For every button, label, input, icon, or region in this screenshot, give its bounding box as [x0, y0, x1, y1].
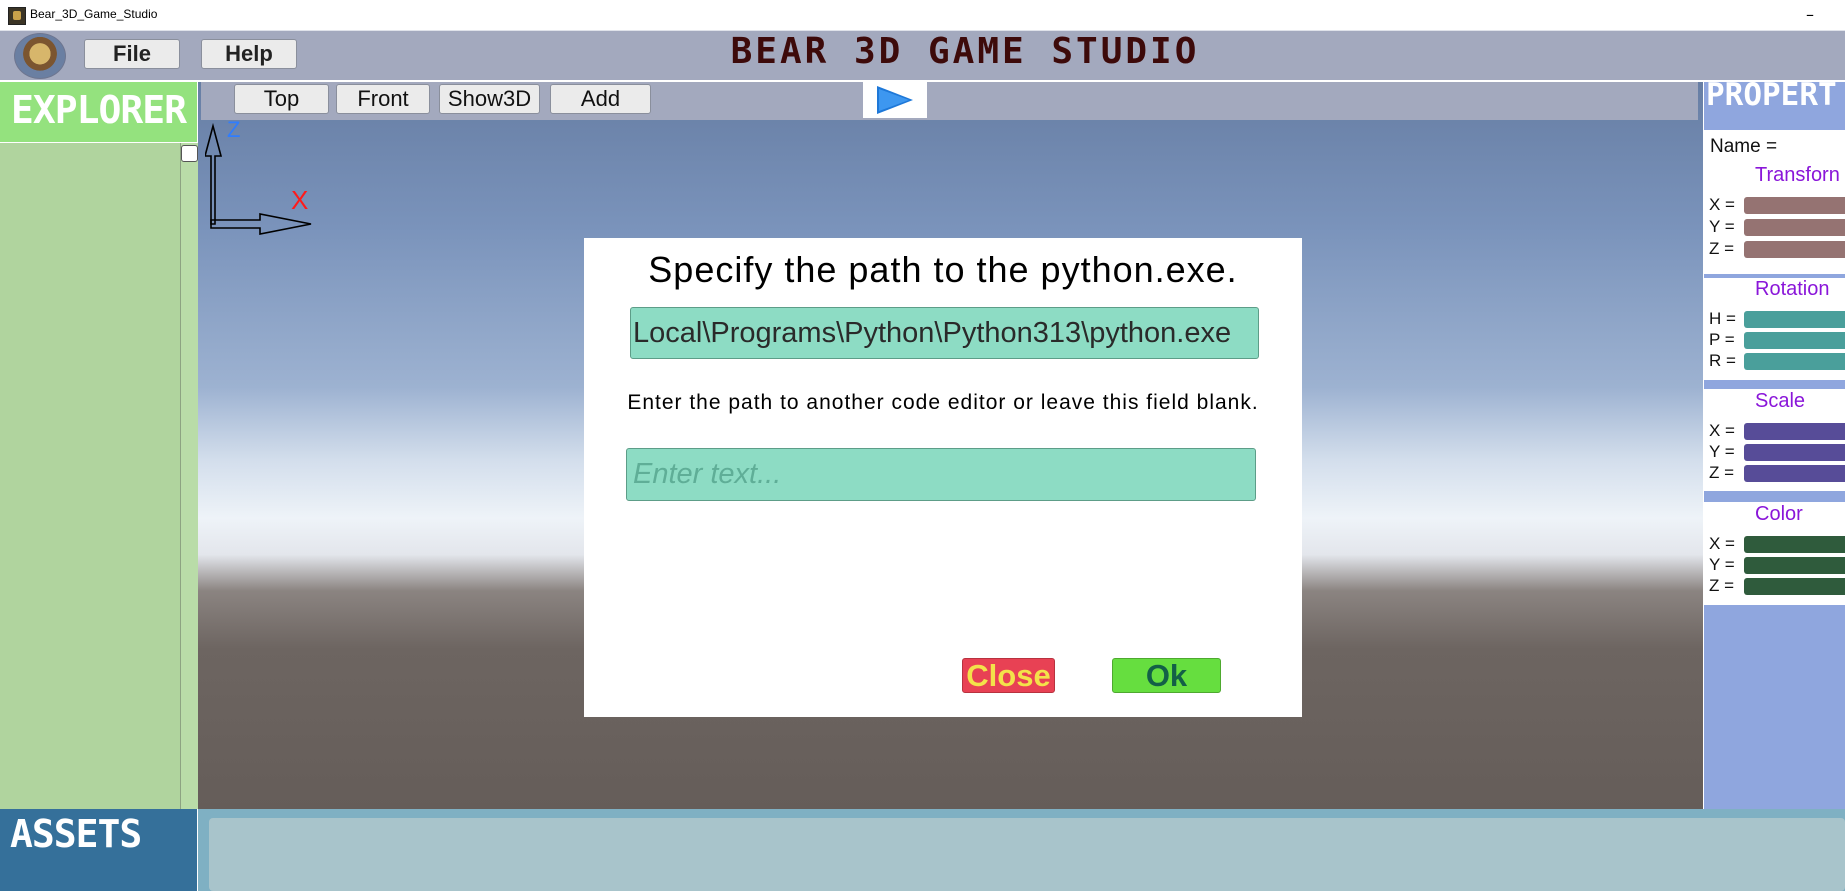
- help-menu-button[interactable]: Help: [201, 39, 297, 69]
- explorer-scrollbar[interactable]: [180, 143, 198, 809]
- transform-x-label: X =: [1709, 195, 1735, 214]
- play-button[interactable]: [863, 80, 927, 118]
- axis-gizmo: [203, 120, 315, 244]
- app-title: BEAR 3D GAME STUDIO: [730, 31, 1200, 72]
- bear-logo-icon: [14, 33, 66, 79]
- transform-heading: Transforn: [1755, 164, 1840, 186]
- assets-list[interactable]: [209, 818, 1845, 891]
- add-button[interactable]: Add: [550, 84, 651, 114]
- close-button[interactable]: Close: [962, 658, 1055, 693]
- python-path-input[interactable]: [630, 307, 1259, 359]
- play-icon: [877, 86, 913, 114]
- transform-y-field[interactable]: [1744, 219, 1845, 236]
- color-heading: Color: [1755, 503, 1803, 525]
- axis-x-label: X: [291, 185, 309, 215]
- transform-x-field[interactable]: [1744, 197, 1845, 214]
- file-menu-button[interactable]: File: [84, 39, 180, 69]
- scale-x-label: X =: [1709, 421, 1735, 440]
- rotation-h-label: H =: [1709, 309, 1736, 328]
- explorer-title: EXPLORER: [10, 88, 187, 132]
- properties-title: PROPERT: [1706, 77, 1837, 113]
- minimize-button[interactable]: –: [1790, 0, 1830, 30]
- assets-title: ASSETS: [10, 812, 142, 856]
- color-z-label: Z =: [1709, 576, 1735, 595]
- scale-z-label: Z =: [1709, 463, 1735, 482]
- editor-path-input[interactable]: [626, 448, 1256, 501]
- show3d-button[interactable]: Show3D: [439, 84, 540, 114]
- rotation-p-field[interactable]: [1744, 332, 1845, 349]
- rotation-r-field[interactable]: [1744, 353, 1845, 370]
- transform-z-field[interactable]: [1744, 241, 1845, 258]
- front-view-button[interactable]: Front: [336, 84, 430, 114]
- window-title: Bear_3D_Game_Studio: [30, 7, 158, 21]
- explorer-panel[interactable]: [0, 143, 198, 809]
- ok-button[interactable]: Ok: [1112, 658, 1221, 693]
- app-icon: [8, 7, 26, 25]
- explorer-scroll-thumb[interactable]: [181, 145, 198, 162]
- transform-z-label: Z =: [1709, 239, 1735, 258]
- axis-z-label: Z: [227, 117, 241, 142]
- scale-y-label: Y =: [1709, 442, 1735, 461]
- editor-path-label: Enter the path to another code editor or…: [627, 391, 1259, 414]
- dialog-title: Specify the path to the python.exe.: [648, 249, 1238, 290]
- rotation-heading: Rotation: [1755, 278, 1830, 300]
- scale-heading: Scale: [1755, 390, 1806, 412]
- color-y-label: Y =: [1709, 555, 1735, 574]
- color-z-field[interactable]: [1744, 578, 1845, 595]
- color-x-field[interactable]: [1744, 536, 1845, 553]
- scale-x-field[interactable]: [1744, 423, 1845, 440]
- scale-z-field[interactable]: [1744, 465, 1845, 482]
- window-titlebar: [0, 0, 1845, 31]
- color-x-label: X =: [1709, 534, 1735, 553]
- name-label: Name =: [1710, 136, 1778, 157]
- rotation-r-label: R =: [1709, 351, 1736, 370]
- scale-y-field[interactable]: [1744, 444, 1845, 461]
- rotation-p-label: P =: [1709, 330, 1735, 349]
- color-y-field[interactable]: [1744, 557, 1845, 574]
- top-view-button[interactable]: Top: [234, 84, 329, 114]
- rotation-h-field[interactable]: [1744, 311, 1845, 328]
- transform-y-label: Y =: [1709, 217, 1735, 236]
